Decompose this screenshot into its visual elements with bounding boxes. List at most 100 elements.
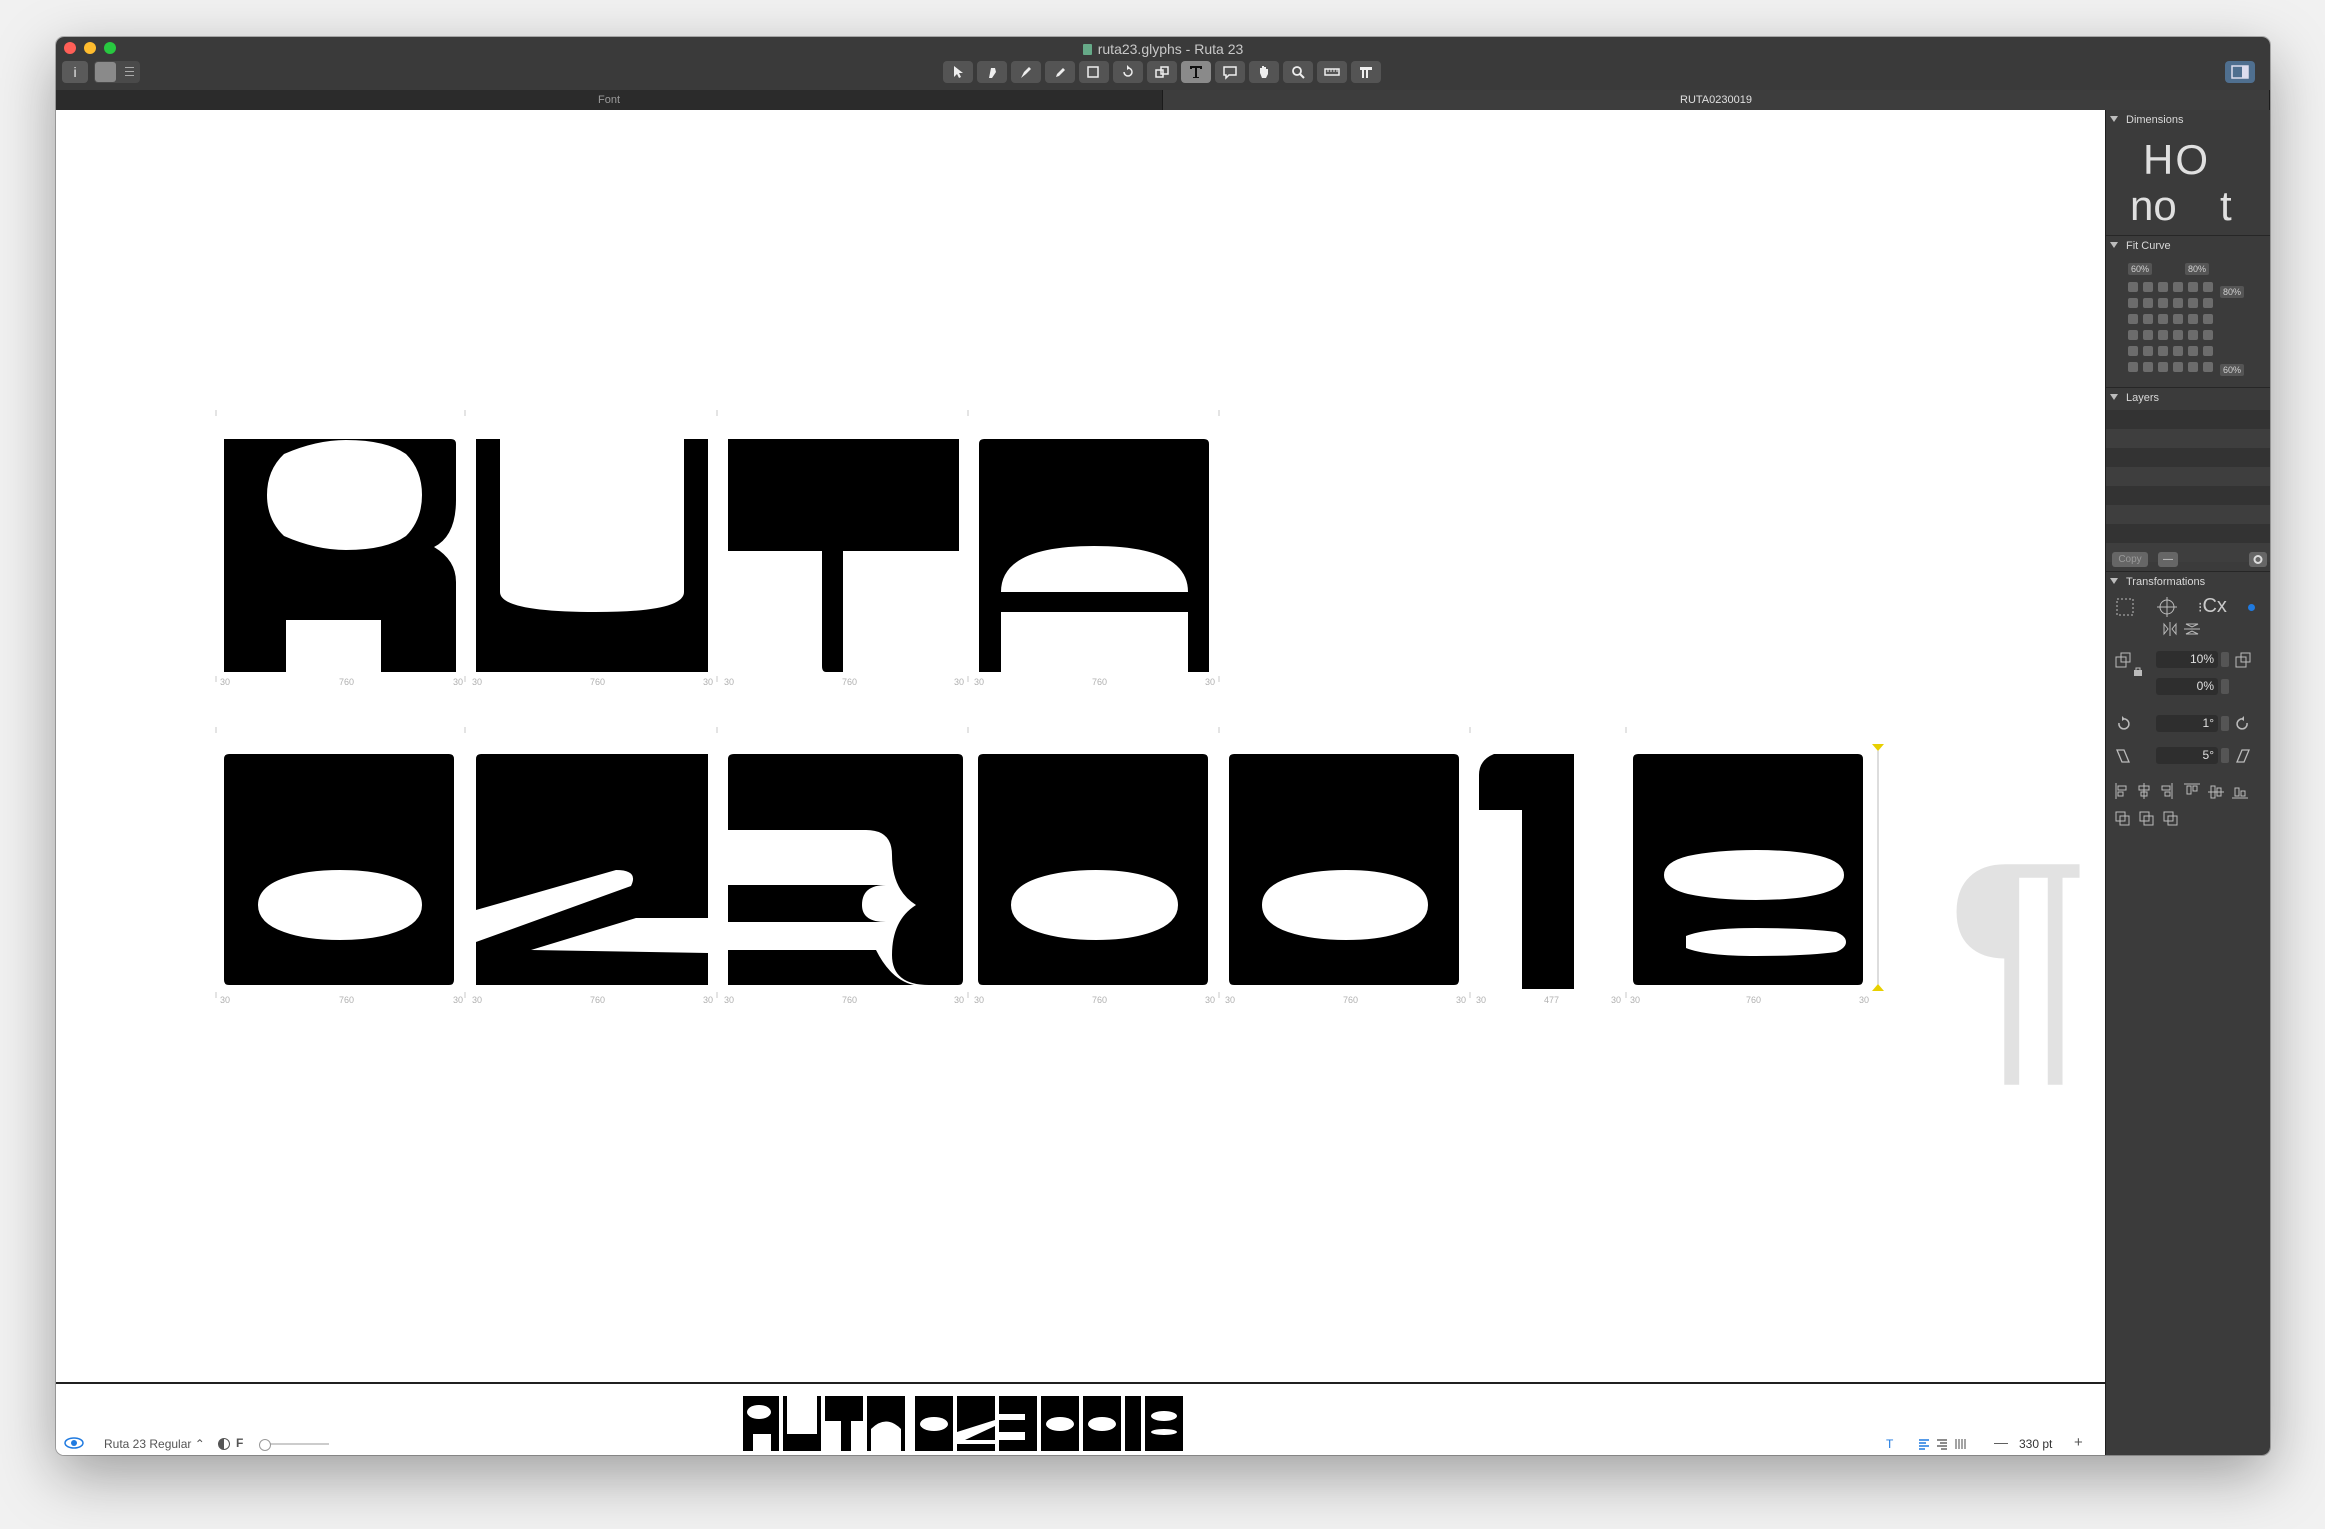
scale-down-icon[interactable] xyxy=(2114,651,2132,669)
fit-curve-header[interactable]: Fit Curve xyxy=(2110,240,2171,252)
align-right-icon[interactable] xyxy=(1936,1437,1948,1450)
cursor-handle-top[interactable] xyxy=(1872,744,1884,751)
glyph-A[interactable] xyxy=(979,439,1209,672)
scale-x-field[interactable]: 10% xyxy=(2156,651,2218,668)
fit-curve-cell[interactable] xyxy=(2203,330,2213,340)
layer-row[interactable] xyxy=(2106,467,2270,486)
glyph-0-third[interactable] xyxy=(1229,754,1459,985)
fit-curve-cell[interactable] xyxy=(2143,282,2153,292)
transformations-header[interactable]: Transformations xyxy=(2110,576,2205,588)
fit-curve-grid[interactable] xyxy=(2128,282,2218,382)
fit-curve-cell[interactable] xyxy=(2188,314,2198,324)
rotate-right-icon[interactable] xyxy=(2234,715,2252,733)
fit-curve-cell[interactable] xyxy=(2143,314,2153,324)
zoom-tool-icon[interactable] xyxy=(1283,61,1313,83)
color-mode-icon[interactable] xyxy=(218,1438,230,1450)
scale-x-stepper[interactable] xyxy=(2221,652,2229,667)
fit-curve-cell[interactable] xyxy=(2128,314,2138,324)
dimensions-ho-glyphs[interactable]: HO xyxy=(2143,136,2210,184)
annotation-tool-icon[interactable] xyxy=(1215,61,1245,83)
measure-tool-icon[interactable] xyxy=(1317,61,1347,83)
dimensions-no-glyphs[interactable]: no xyxy=(2130,182,2177,230)
lock-proportions-icon[interactable] xyxy=(2133,663,2143,676)
zoom-out-button[interactable]: — xyxy=(1994,1434,2008,1450)
interpolation-slider[interactable] xyxy=(259,1439,329,1451)
knife-tool-icon[interactable] xyxy=(1351,61,1381,83)
fit-curve-label-right[interactable]: 80% xyxy=(2185,263,2210,275)
fit-curve-cell[interactable] xyxy=(2158,298,2168,308)
list-view-icon[interactable] xyxy=(119,62,139,82)
fit-curve-cell[interactable] xyxy=(2188,346,2198,356)
fit-curve-cell[interactable] xyxy=(2173,362,2183,372)
glyph-0-first[interactable] xyxy=(224,754,454,985)
fit-curve-cell[interactable] xyxy=(2173,330,2183,340)
fit-curve-cell[interactable] xyxy=(2158,330,2168,340)
layer-row[interactable] xyxy=(2106,429,2270,448)
layer-row[interactable] xyxy=(2106,410,2270,429)
grid-view-icon[interactable] xyxy=(95,62,116,82)
layer-row[interactable] xyxy=(2106,505,2270,524)
fit-curve-cell[interactable] xyxy=(2188,362,2198,372)
fit-curve-cell[interactable] xyxy=(2173,346,2183,356)
fit-curve-cell[interactable] xyxy=(2203,314,2213,324)
view-mode-toggle[interactable] xyxy=(94,61,140,83)
origin-text[interactable]: ⁝Cx xyxy=(2198,596,2227,616)
fit-curve-cell[interactable] xyxy=(2143,330,2153,340)
fit-curve-cell[interactable] xyxy=(2158,346,2168,356)
fit-curve-cell[interactable] xyxy=(2203,298,2213,308)
glyph-U[interactable] xyxy=(476,439,708,672)
align-left-icon[interactable] xyxy=(1918,1437,1930,1450)
pen-tool-icon[interactable] xyxy=(1011,61,1041,83)
slant-right-icon[interactable] xyxy=(2234,747,2252,765)
glyph-T[interactable] xyxy=(728,439,959,672)
fit-curve-cell[interactable] xyxy=(2203,362,2213,372)
dimensions-header[interactable]: Dimensions xyxy=(2110,114,2183,126)
edit-canvas[interactable]: 30 760 30 30 760 30 30 760 30 30 760 30 … xyxy=(56,110,2105,1382)
fit-curve-label-bottom[interactable]: 60% xyxy=(2220,364,2245,376)
fit-curve-cell[interactable] xyxy=(2158,362,2168,372)
tab-font[interactable]: Font xyxy=(56,90,1163,110)
slant-left-icon[interactable] xyxy=(2114,747,2132,765)
fit-curve-cell[interactable] xyxy=(2173,314,2183,324)
fit-curve-cell[interactable] xyxy=(2128,346,2138,356)
pencil-tool-icon[interactable] xyxy=(1045,61,1075,83)
eye-icon[interactable] xyxy=(64,1436,84,1450)
text-tool-icon[interactable] xyxy=(1181,61,1211,83)
cursor-handle-bottom[interactable] xyxy=(1872,984,1884,991)
fit-curve-cell[interactable] xyxy=(2143,298,2153,308)
scale-up-icon[interactable] xyxy=(2234,651,2252,669)
select-tool-icon[interactable] xyxy=(943,61,973,83)
flip-horizontal-icon[interactable] xyxy=(2162,622,2178,636)
vertical-text-icon[interactable] xyxy=(1954,1437,1966,1449)
fit-curve-cell[interactable] xyxy=(2128,330,2138,340)
layer-row[interactable] xyxy=(2106,448,2270,467)
fit-curve-cell[interactable] xyxy=(2143,362,2153,372)
glyph-2[interactable] xyxy=(476,754,708,985)
zoom-level[interactable]: 330 pt xyxy=(2019,1437,2052,1451)
tab-edit-text[interactable]: RUTA0230019 xyxy=(1163,90,2270,110)
scale-tool-icon[interactable] xyxy=(1147,61,1177,83)
master-indicator[interactable]: F xyxy=(236,1436,243,1450)
fit-curve-cell[interactable] xyxy=(2143,346,2153,356)
layer-row[interactable] xyxy=(2106,486,2270,505)
sidebar-toggle-button[interactable] xyxy=(2225,61,2255,83)
fit-curve-cell[interactable] xyxy=(2128,298,2138,308)
scale-y-field[interactable]: 0% xyxy=(2156,678,2218,695)
origin-crosshair-icon[interactable] xyxy=(2156,596,2178,618)
fit-curve-cell[interactable] xyxy=(2128,282,2138,292)
rotate-tool-icon[interactable] xyxy=(1113,61,1143,83)
layer-options-gear-icon[interactable] xyxy=(2249,552,2267,567)
rectangle-tool-icon[interactable] xyxy=(1079,61,1109,83)
fit-curve-cell[interactable] xyxy=(2173,282,2183,292)
info-button[interactable]: i xyxy=(62,61,88,83)
slant-stepper[interactable] xyxy=(2221,748,2229,763)
fit-curve-label-left[interactable]: 60% xyxy=(2128,263,2153,275)
glyph-9[interactable] xyxy=(1633,754,1863,985)
glyph-R[interactable] xyxy=(224,439,456,672)
glyph-1[interactable] xyxy=(1479,754,1574,989)
glyph-3[interactable] xyxy=(728,754,963,985)
text-options-icon[interactable]: T xyxy=(1886,1437,1893,1451)
flip-vertical-icon[interactable] xyxy=(2184,622,2200,636)
fit-curve-cell[interactable] xyxy=(2203,282,2213,292)
layers-header[interactable]: Layers xyxy=(2110,392,2159,404)
